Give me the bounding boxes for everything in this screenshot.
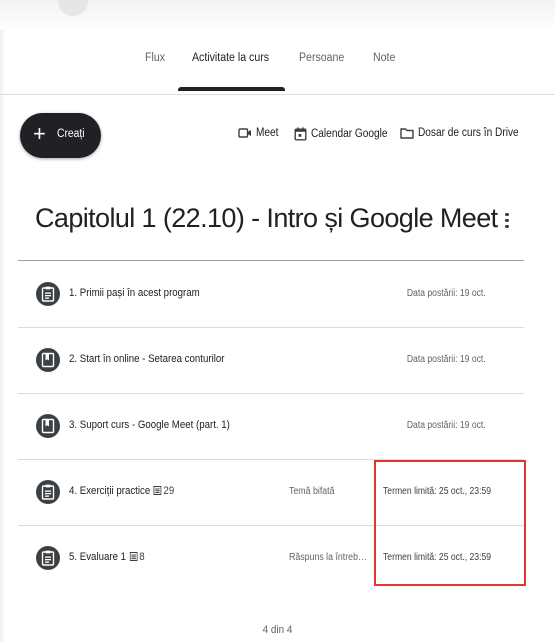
list-icon [129, 552, 138, 561]
top-bar-fade [0, 0, 555, 30]
calendar-link[interactable]: Calendar Google [294, 127, 398, 143]
list-icon [153, 486, 162, 495]
tabs-divider [0, 94, 555, 95]
classwork-item-3[interactable]: 3. Suport curs - Google Meet (part. 1) D… [18, 394, 524, 460]
tab-grades[interactable]: Note [373, 52, 395, 64]
bookmark-icon [36, 348, 60, 372]
folder-icon [400, 128, 414, 139]
item-status: Temă bifată [289, 486, 335, 497]
tab-classwork[interactable]: Activitate la curs [192, 52, 269, 64]
comment-count: 8 [129, 551, 145, 563]
item-title: 3. Suport curs - Google Meet (part. 1) [69, 419, 230, 431]
item-date: Data postării: 19 oct. [407, 288, 486, 299]
item-title: 4. Exerciții practice 29 [69, 485, 175, 497]
tab-people[interactable]: Persoane [299, 52, 344, 64]
tab-flux[interactable]: Flux [145, 52, 165, 64]
create-button[interactable]: + Creați [20, 113, 101, 158]
item-status: Răspuns la întreb… [289, 552, 367, 563]
material-icon [36, 282, 60, 306]
item-date: Data postării: 19 oct. [407, 354, 486, 365]
assignment-icon [36, 546, 60, 570]
active-tab-indicator [178, 87, 285, 91]
video-camera-icon [238, 128, 251, 138]
drive-label: Dosar de curs în Drive [418, 127, 519, 139]
meet-link[interactable]: Meet [238, 127, 282, 143]
calendar-icon [294, 127, 307, 141]
classwork-item-1[interactable]: 1. Primii pași în acest program Data pos… [18, 262, 524, 328]
item-title: 2. Start în online - Setarea conturilor [69, 353, 225, 365]
assignment-icon [36, 480, 60, 504]
bookmark-icon [36, 414, 60, 438]
comment-count: 29 [153, 485, 174, 497]
avatar [58, 0, 88, 16]
pagination: 4 din 4 [262, 624, 293, 636]
plus-icon: + [33, 121, 46, 146]
create-label: Creați [57, 128, 85, 140]
meet-label: Meet [256, 127, 279, 139]
topic-divider [18, 260, 524, 261]
drive-folder-link[interactable]: Dosar de curs în Drive [400, 127, 532, 143]
more-options-icon[interactable] [500, 210, 514, 232]
topic-title: Capitolul 1 (22.10) - Intro și Google Me… [35, 203, 498, 233]
item-date: Data postării: 19 oct. [407, 420, 486, 431]
calendar-label: Calendar Google [311, 128, 388, 140]
item-title: 5. Evaluare 18 [69, 551, 145, 563]
due-date-highlight-box [374, 460, 526, 586]
left-edge-shadow [0, 30, 6, 642]
class-tabs: Flux Activitate la curs Persoane Note [0, 44, 555, 94]
classwork-item-2[interactable]: 2. Start în online - Setarea conturilor … [18, 328, 524, 394]
item-title: 1. Primii pași în acest program [69, 287, 200, 299]
